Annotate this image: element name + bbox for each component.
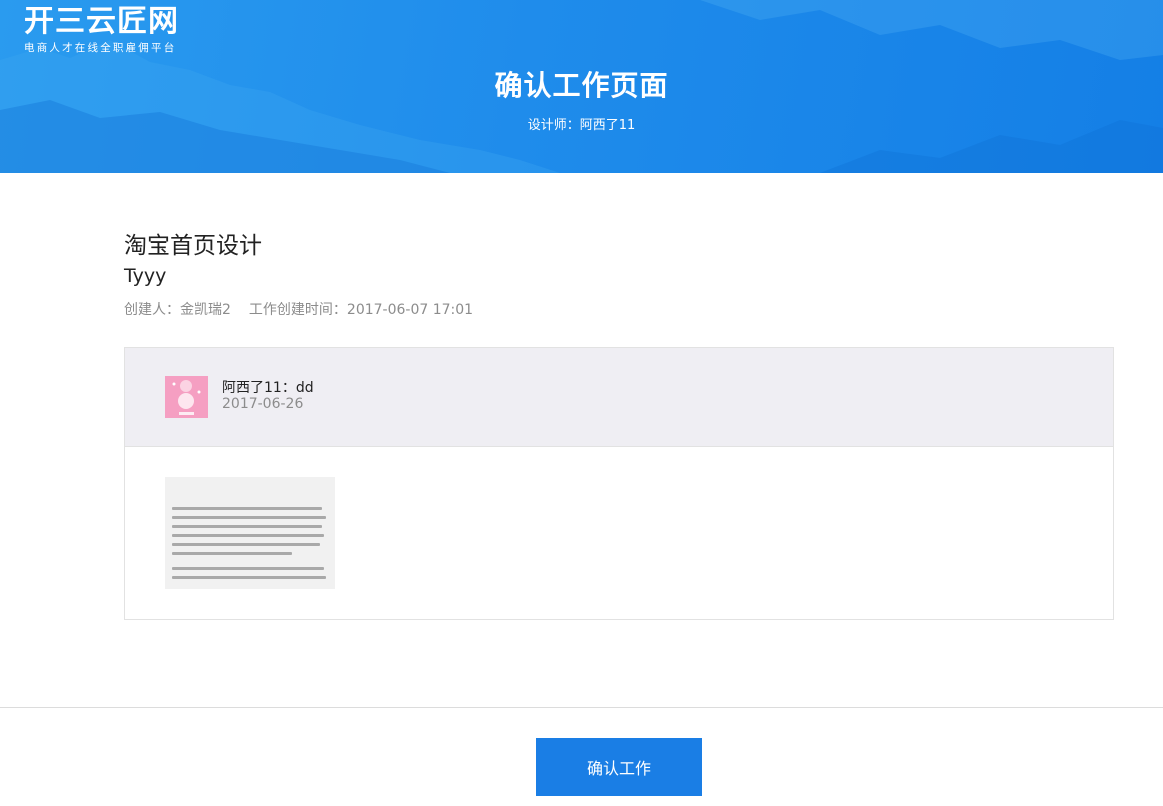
designer-label: 设计师：阿西了11 — [527, 118, 636, 133]
confirm-work-button[interactable]: 确认工作 — [536, 738, 702, 796]
job-created-time: 工作创建时间：2017-06-07 17:01 — [248, 302, 474, 318]
logo-slogan: 电商人才在线全职雇佣平台 — [24, 42, 177, 54]
logo-title: 开三云匠网 — [24, 4, 179, 39]
avatar-thumbnail-icon[interactable] — [165, 376, 208, 418]
submission-author: 阿西了11：dd — [222, 380, 314, 396]
page-title: 确认工作页面 — [494, 69, 669, 102]
site-logo[interactable]: 开三云匠网 电商人才在线全职雇佣平台 — [24, 4, 179, 55]
submission-header: 阿西了11：dd 2017-06-26 — [125, 348, 1113, 447]
work-submission-card: 阿西了11：dd 2017-06-26 — [124, 347, 1114, 620]
page-header: 开三云匠网 电商人才在线全职雇佣平台 确认工作页面 设计师：阿西了11 — [0, 0, 1163, 173]
attachment-thumbnail-icon[interactable] — [165, 477, 335, 589]
job-description: Tyyy — [124, 265, 167, 287]
submission-date: 2017-06-26 — [222, 396, 304, 412]
job-title: 淘宝首页设计 — [124, 233, 262, 259]
job-creator: 创建人：金凯瑞2 — [124, 302, 231, 318]
job-meta: 创建人：金凯瑞2 工作创建时间：2017-06-07 17:01 — [124, 299, 473, 319]
footer-divider — [0, 707, 1163, 708]
